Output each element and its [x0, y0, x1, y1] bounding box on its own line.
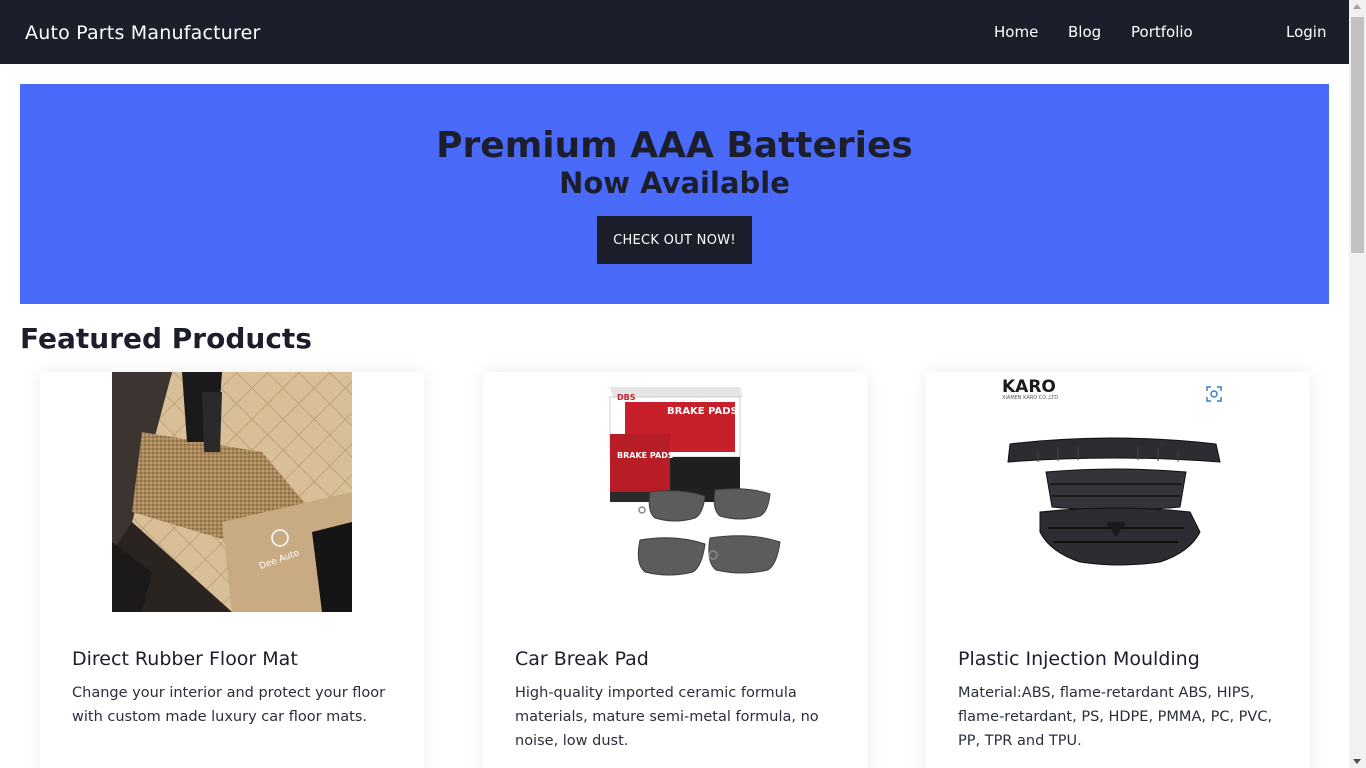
vertical-scrollbar[interactable]: [1349, 0, 1366, 768]
top-navbar: Auto Parts Manufacturer Home Blog Portfo…: [0, 0, 1349, 64]
nav-link-login[interactable]: Login: [1286, 23, 1326, 41]
car-grille-image[interactable]: KARO XIAMEN KARO CO.,LTD: [998, 372, 1238, 612]
karo-logo-subtext: XIAMEN KARO CO.,LTD: [1002, 395, 1058, 401]
nav-link-blog[interactable]: Blog: [1068, 23, 1101, 41]
brake-pads-image[interactable]: DBS BRAKE PADS BRAKE PADS: [555, 372, 795, 612]
nav-link-home[interactable]: Home: [994, 23, 1038, 41]
product-description: Change your interior and protect your fl…: [72, 685, 386, 725]
scroll-up-arrow-icon[interactable]: [1353, 4, 1361, 9]
product-title[interactable]: Car Break Pad: [515, 648, 649, 670]
product-description: High-quality imported ceramic formula ma…: [515, 685, 819, 749]
nav-link-portfolio[interactable]: Portfolio: [1131, 23, 1193, 41]
product-card[interactable]: KARO XIAMEN KARO CO.,LTD Plastic Injecti…: [926, 372, 1310, 768]
product-card[interactable]: Dee Auto Direct Rubber Floor Mat Change …: [40, 372, 424, 768]
floor-mat-image[interactable]: Dee Auto: [112, 372, 352, 612]
product-title[interactable]: Direct Rubber Floor Mat: [72, 648, 298, 670]
scroll-thumb[interactable]: [1351, 17, 1364, 253]
hero-banner: Premium AAA Batteries Now Available CHEC…: [20, 84, 1329, 304]
brake-box-label-text: BRAKE PADS: [667, 406, 738, 417]
hero-subtitle: Now Available: [559, 166, 790, 200]
brake-box-brand-text: DBS: [617, 393, 636, 402]
product-title[interactable]: Plastic Injection Moulding: [958, 648, 1200, 670]
karo-logo-text: KARO: [1002, 377, 1056, 397]
zoom-scan-icon[interactable]: [1206, 386, 1222, 402]
scroll-down-arrow-icon[interactable]: [1353, 759, 1361, 764]
product-card[interactable]: DBS BRAKE PADS BRAKE PADS Car Break Pad …: [483, 372, 867, 768]
brake-box-side-label-text: BRAKE PADS: [617, 451, 674, 460]
brand-logo-text[interactable]: Auto Parts Manufacturer: [25, 22, 261, 44]
hero-title: Premium AAA Batteries: [436, 125, 913, 166]
check-out-now-button[interactable]: CHECK OUT NOW!: [597, 216, 752, 264]
featured-products-heading: Featured Products: [20, 322, 312, 355]
product-description: Material:ABS, flame-retardant ABS, HIPS,…: [958, 685, 1273, 749]
